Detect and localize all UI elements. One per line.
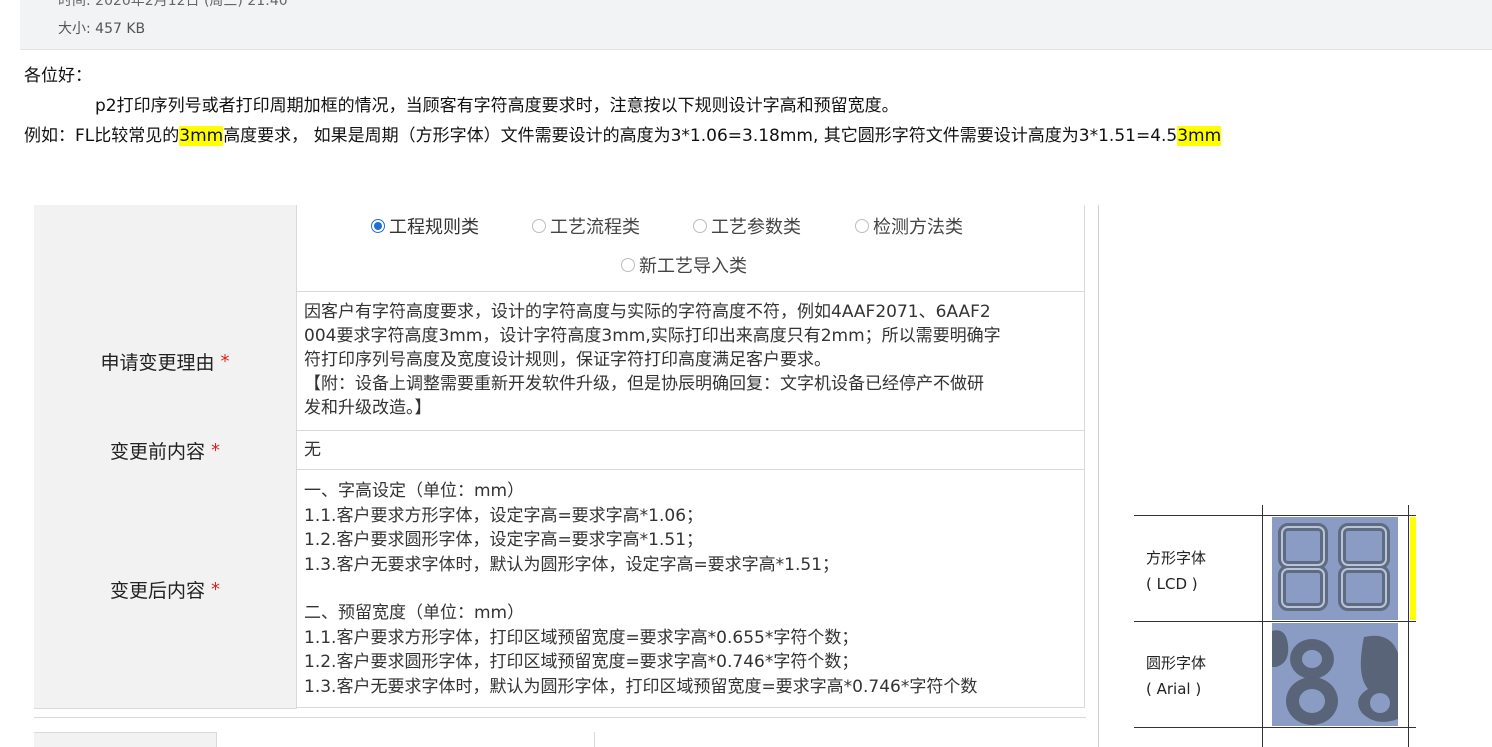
required-mark: * [211, 440, 220, 461]
highlight-3mm-2: 3mm [1177, 126, 1222, 146]
reason-label-cell: 申请变更理由 * [34, 292, 297, 432]
required-mark: * [220, 351, 230, 372]
ref-table-line [1134, 727, 1416, 728]
reason-label: 申请变更理由 [100, 352, 215, 374]
after-line: 1.1.客户要求方形字体，设定字高=要求字高*1.06； [304, 505, 704, 526]
after-label-cell: 变更后内容 * [34, 470, 297, 709]
ref-table-line [1134, 621, 1416, 622]
greeting-text: 各位好： [24, 66, 92, 86]
bottom-label-cell [34, 732, 217, 747]
body-line-3-b: 高度要求， 如果是周期（方形字体）文件需要设计的高度为3*1.06=3.18mm… [223, 126, 1178, 146]
after-label: 变更后内容 [109, 579, 205, 602]
ref-table-line [1134, 515, 1416, 516]
reason-line: 004要求字符高度3mm，设计字符高度3mm,实际打印出来高度只有2mm；所以需… [304, 326, 1001, 346]
ref-table-line [1262, 505, 1263, 747]
body-line-3: 例如：FL比较常见的3mm高度要求， 如果是周期（方形字体）文件需要设计的高度为… [24, 121, 1222, 146]
square-font-sample-image [1272, 517, 1398, 620]
round-font-sub: ( Arial ) [1146, 680, 1202, 698]
mail-header: 时间: 2020年2月12日 (周三) 21:40 大小: 457 KB [20, 0, 1492, 50]
reason-line: 符打印序列号高度及宽度设计规则，保证字符打印高度满足客户要求。 [304, 350, 831, 370]
square-font-label: 方形字体 ( LCD ) [1146, 545, 1206, 597]
radio-label: 工艺流程类 [550, 217, 640, 238]
radio-label: 工艺参数类 [711, 217, 801, 238]
after-line-blank [304, 577, 1076, 601]
before-value-cell: 无 [296, 431, 1085, 470]
round-font-name: 圆形字体 [1146, 654, 1207, 672]
required-mark: * [211, 578, 220, 600]
radio-unchecked-icon[interactable] [693, 219, 707, 233]
radio-option-engineering[interactable]: 工程规则类 [371, 213, 479, 239]
after-line: 二、预留宽度（单位：mm） [304, 603, 525, 623]
radio-option-inspection[interactable]: 检测方法类 [855, 213, 963, 239]
radio-option-process-flow[interactable]: 工艺流程类 [532, 213, 640, 239]
table-bottom-strip [34, 717, 1086, 747]
reason-value-cell: 因客户有字符高度要求，设计的字符高度与实际的字符高度不符，例如4AAF2071、… [296, 292, 1085, 431]
after-line: 1.3.客户无要求字体时，默认为圆形字体，设定字高=要求字高*1.51； [304, 554, 840, 575]
before-label: 变更前内容 [109, 441, 205, 463]
font-reference-image: 方形字体 ( LCD ) 圆形字体 ( Arial ) [1134, 505, 1416, 747]
reason-line: 因客户有字符高度要求，设计的字符高度与实际的字符高度不符，例如4AAF2071、… [304, 302, 991, 322]
radio-unchecked-icon[interactable] [621, 258, 635, 272]
radio-unchecked-icon[interactable] [532, 219, 546, 233]
radio-unchecked-icon[interactable] [855, 219, 869, 233]
bottom-divider [594, 732, 595, 747]
reason-line: 【附：设备上调整需要重新开发软件升级，但是协辰明确回复：文字机设备已经停产不做研 [304, 374, 984, 394]
before-label-cell: 变更前内容 * [34, 431, 297, 471]
after-line: 1.3.客户无要求字体时，默认为圆形字体，打印区域预留宽度=要求字高*0.746… [304, 676, 978, 697]
radio-label: 新工艺导入类 [639, 256, 747, 277]
radio-option-new-process[interactable]: 新工艺导入类 [621, 252, 747, 278]
after-line: 1.2.客户要求圆形字体，打印区域预留宽度=要求字高*0.746*字符个数； [304, 652, 859, 672]
radio-option-process-params[interactable]: 工艺参数类 [693, 213, 801, 239]
category-label-cell [34, 205, 297, 293]
ref-table-line [1408, 505, 1409, 747]
reason-line: 发和升级改造。】 [304, 398, 432, 418]
radio-label: 工程规则类 [389, 217, 479, 238]
round-font-label: 圆形字体 ( Arial ) [1146, 650, 1206, 702]
after-value-cell: 一、字高设定（单位：mm） 1.1.客户要求方形字体，设定字高=要求字高*1.0… [296, 470, 1085, 708]
yellow-margin-marker [1410, 517, 1416, 620]
square-font-sub: ( LCD ) [1146, 575, 1198, 593]
mail-time: 时间: 2020年2月12日 (周三) 21:40 [58, 0, 288, 9]
after-line: 一、字高设定（单位：mm） [304, 481, 525, 501]
square-font-name: 方形字体 [1146, 549, 1207, 567]
highlight-3mm-1: 3mm [179, 126, 224, 146]
radio-checked-icon[interactable] [371, 219, 385, 233]
mail-size: 大小: 457 KB [58, 21, 146, 37]
round-font-sample-image [1272, 623, 1398, 726]
body-line-2: p2打印序列号或者打印周期加框的情况，当顾客有字符高度要求时，注意按以下规则设计… [95, 96, 899, 116]
after-line: 1.1.客户要求方形字体，打印区域预留宽度=要求字高*0.655*字符个数； [304, 627, 859, 648]
radio-label: 检测方法类 [873, 217, 963, 238]
embedded-form-image: 工程规则类 工艺流程类 工艺参数类 检测方法类 新工艺导入类 申请变更理由 * 因… [34, 205, 1099, 747]
before-value: 无 [304, 440, 321, 460]
body-line-3-a: 例如：FL比较常见的 [24, 126, 180, 146]
after-line: 1.2.客户要求圆形字体，设定字高=要求字高*1.51； [304, 530, 704, 550]
